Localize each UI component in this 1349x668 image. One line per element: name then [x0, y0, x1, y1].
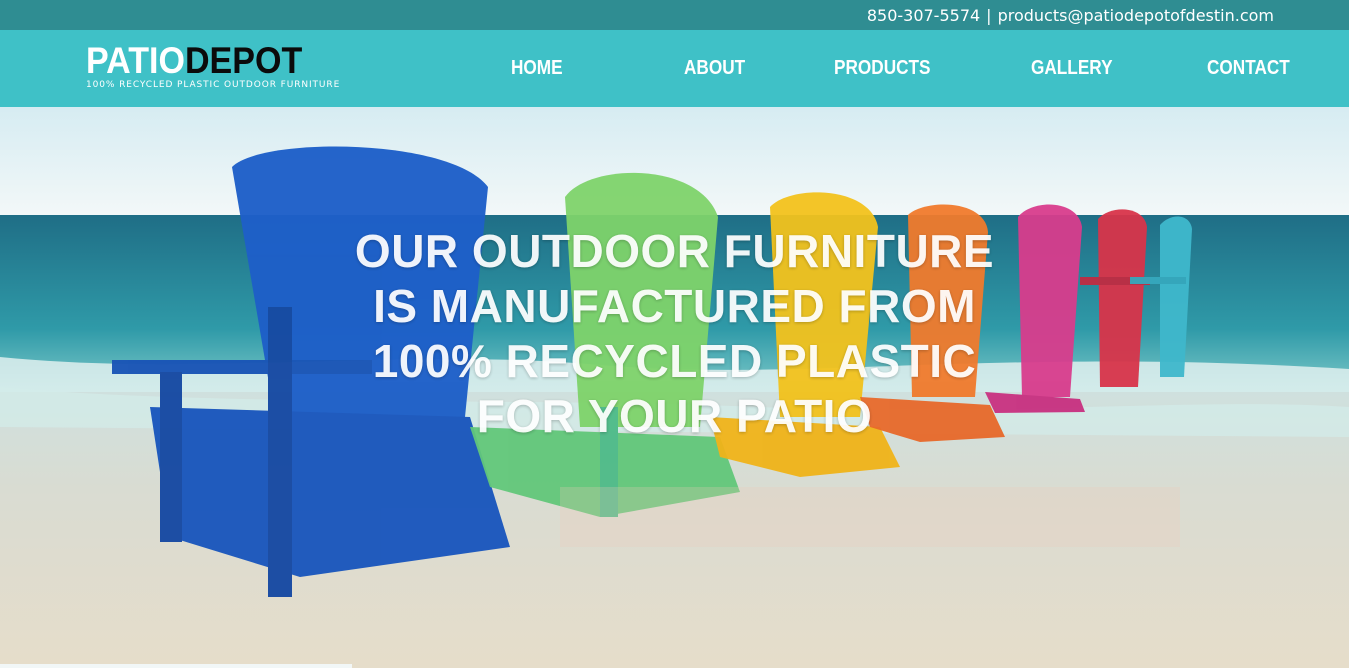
contact-info: 850-307-5574 | products@patiodepotofdestin…	[867, 6, 1274, 25]
site-logo[interactable]: PATIODEPOT 100% RECYCLED PLASTIC OUTDOOR…	[86, 40, 341, 90]
logo-wordmark: PATIODEPOT	[86, 40, 320, 81]
logo-word-depot: DEPOT	[184, 40, 303, 81]
main-header: PATIODEPOT 100% RECYCLED PLASTIC OUTDOOR…	[0, 30, 1349, 107]
logo-tagline: 100% RECYCLED PLASTIC OUTDOOR FURNITURE	[86, 80, 341, 90]
headline-line-1: OUR OUTDOOR FURNITURE	[354, 225, 995, 277]
headline-line-4: FOR YOUR PATIO	[476, 390, 873, 442]
email-link[interactable]: products@patiodepotofdestin.com	[998, 6, 1274, 25]
nav-home[interactable]: HOME	[511, 57, 563, 80]
nav-contact[interactable]: CONTACT	[1207, 57, 1290, 80]
nav-products[interactable]: PRODUCTS	[834, 57, 931, 80]
nav-gallery[interactable]: GALLERY	[1031, 57, 1113, 80]
hero-banner: OUR OUTDOOR FURNITURE IS MANUFACTURED FR…	[0, 107, 1349, 668]
phone-number[interactable]: 850-307-5574	[867, 6, 980, 25]
nav-about[interactable]: ABOUT	[684, 57, 745, 80]
logo-word-patio: PATIO	[86, 40, 185, 81]
hero-headline: OUR OUTDOOR FURNITURE IS MANUFACTURED FR…	[0, 224, 1349, 444]
top-contact-bar: 850-307-5574 | products@patiodepotofdestin…	[0, 0, 1349, 30]
headline-line-3: 100% RECYCLED PLASTIC	[372, 335, 977, 387]
contact-separator: |	[986, 6, 992, 25]
headline-line-2: IS MANUFACTURED FROM	[373, 280, 976, 332]
bottom-edge-strip	[0, 664, 352, 668]
